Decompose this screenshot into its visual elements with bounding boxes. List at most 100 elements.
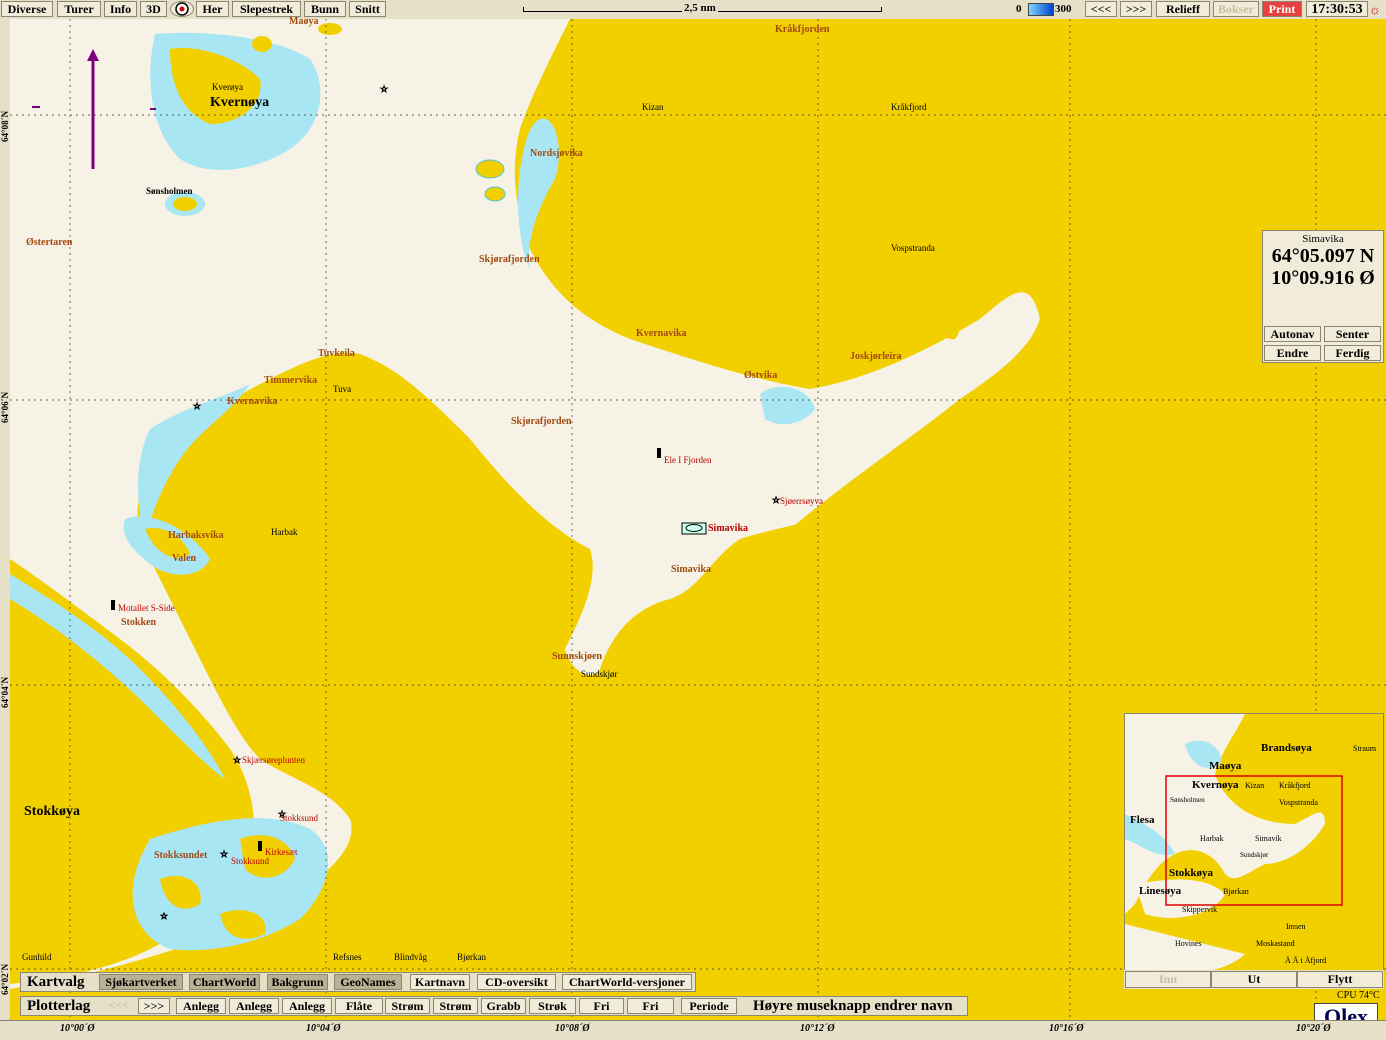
menu-her[interactable]: Her bbox=[196, 1, 229, 17]
depth-max: 300 bbox=[1055, 3, 1072, 15]
bokser-button[interactable]: Bokser bbox=[1213, 1, 1259, 17]
scale-label: 2,5 nm bbox=[682, 2, 718, 14]
mm-brandsoya: Brandsøya bbox=[1261, 742, 1312, 754]
cpu-temp: CPU 74°C bbox=[1337, 990, 1380, 1001]
menu-info[interactable]: Info bbox=[104, 1, 137, 17]
place-kizan: Kizan bbox=[642, 102, 664, 112]
plotter-periode[interactable]: Periode bbox=[681, 998, 737, 1014]
place-timmervika: Timmervika bbox=[264, 375, 318, 386]
svg-text:☆: ☆ bbox=[160, 911, 168, 921]
autonav-button[interactable]: Autonav bbox=[1264, 326, 1321, 342]
mm-stokkoya: Stokkøya bbox=[1169, 867, 1214, 879]
plotter-anlegg-2[interactable]: Anlegg bbox=[229, 998, 279, 1014]
mm-sonsholmen: Sønsholmen bbox=[1170, 796, 1205, 804]
layer-geonames[interactable]: GeoNames bbox=[334, 974, 402, 990]
compass-icon[interactable] bbox=[170, 1, 194, 17]
plotter-strom-1[interactable]: Strøm bbox=[385, 998, 430, 1014]
layer-sjokartverket[interactable]: Sjøkartverket bbox=[99, 974, 183, 990]
place-blindvag: Blindvåg bbox=[394, 952, 427, 962]
place-stokken: Stokken bbox=[121, 617, 157, 628]
plotterlag-prev[interactable]: <<< bbox=[103, 998, 135, 1014]
menu-turer[interactable]: Turer bbox=[57, 1, 101, 17]
mm-krakfjord: Kråkfjord bbox=[1279, 781, 1311, 790]
mm-kvernoya: Kvernøya bbox=[1192, 779, 1239, 791]
next-button[interactable]: >>> bbox=[1120, 1, 1152, 17]
layer-kartnavn[interactable]: Kartnavn bbox=[410, 974, 470, 990]
place-stokksundet: Stokksundet bbox=[154, 850, 208, 861]
menu-slepestrek[interactable]: Slepestrek bbox=[232, 1, 301, 17]
place-simavika: Simavika bbox=[671, 564, 712, 575]
plotterlag-next[interactable]: >>> bbox=[138, 998, 170, 1014]
print-button[interactable]: Print bbox=[1262, 1, 1302, 17]
relieff-button[interactable]: Relieff bbox=[1156, 1, 1210, 17]
mm-bjorkan: Bjørkan bbox=[1223, 887, 1249, 896]
plotter-grabb[interactable]: Grabb bbox=[481, 998, 526, 1014]
mm-maoya: Maøya bbox=[1209, 760, 1242, 772]
lat-label: 64°08´N bbox=[0, 110, 10, 142]
mm-kizan: Kizan bbox=[1245, 781, 1265, 790]
ferdig-button[interactable]: Ferdig bbox=[1324, 345, 1381, 361]
lon-label: 10°08´Ø bbox=[555, 1023, 590, 1034]
plotter-flate[interactable]: Flåte bbox=[335, 998, 383, 1014]
clock: 17:30:53 bbox=[1306, 1, 1368, 17]
mm-skippervik: Skippervik bbox=[1182, 905, 1218, 914]
lat-label: 64°06´N bbox=[0, 391, 10, 423]
pos-label: Skjærsøreplunten bbox=[242, 755, 305, 765]
menu-bunn[interactable]: Bunn bbox=[304, 1, 346, 17]
layer-chartworld[interactable]: ChartWorld bbox=[189, 974, 260, 990]
svg-text:☆: ☆ bbox=[233, 755, 241, 765]
pos-label: Stokksund bbox=[231, 856, 270, 866]
place-sonsholmen: Sønsholmen bbox=[146, 186, 193, 196]
layer-chartworld-versjoner[interactable]: ChartWorld-versjoner bbox=[562, 974, 692, 990]
overview-minimap[interactable]: Brandsøya Maøya Kvernøya Kizan Kråkfjord… bbox=[1124, 713, 1384, 988]
depth-gradient[interactable] bbox=[1028, 3, 1054, 16]
lon-label: 10°00´Ø bbox=[60, 1023, 95, 1034]
svg-text:☆: ☆ bbox=[193, 401, 201, 411]
kartvalg-title: Kartvalg bbox=[27, 974, 85, 990]
menu-snitt[interactable]: Snitt bbox=[349, 1, 386, 17]
plotterlag-note: Høyre museknapp endrer navn bbox=[753, 998, 953, 1014]
place-ostvika: Østvika bbox=[744, 370, 778, 381]
plotter-fri-2[interactable]: Fri bbox=[627, 998, 674, 1014]
place-kvernavika-west: Kvernavika bbox=[227, 396, 278, 407]
place-kvernoya: Kvernøya bbox=[210, 95, 270, 110]
place-nordsjovika: Nordsjøvika bbox=[530, 148, 583, 159]
mm-straum: Straum bbox=[1353, 744, 1377, 753]
place-krakfjord: Kråkfjord bbox=[891, 102, 927, 112]
place-gunhild: Gunhild bbox=[22, 952, 52, 962]
mm-moskastand: Moskastand bbox=[1256, 939, 1295, 948]
svg-text:☆: ☆ bbox=[220, 849, 228, 859]
senter-button[interactable]: Senter bbox=[1324, 326, 1381, 342]
lon-label: 10°20´Ø bbox=[1296, 1023, 1331, 1034]
place-tuva: Tuva bbox=[333, 384, 352, 394]
zoom-out-button[interactable]: Ut bbox=[1211, 971, 1297, 988]
place-skjorafjorden: Skjørafjorden bbox=[479, 254, 540, 265]
zoom-in-button[interactable]: Inn bbox=[1125, 971, 1211, 988]
plotter-strom-2[interactable]: Strøm bbox=[433, 998, 478, 1014]
place-sundskjor: Sundskjør bbox=[581, 669, 618, 679]
mm-flesa: Flesa bbox=[1130, 814, 1155, 826]
mm-sundskjor: Sundskjør bbox=[1240, 851, 1269, 859]
menu-diverse[interactable]: Diverse bbox=[1, 1, 53, 17]
place-valen: Valen bbox=[172, 553, 197, 564]
plotter-anlegg-3[interactable]: Anlegg bbox=[282, 998, 332, 1014]
position-panel: Simavika 64°05.097 N 10°09.916 Ø bbox=[1262, 230, 1384, 363]
mm-imsen: Imsen bbox=[1286, 922, 1306, 931]
prev-button[interactable]: <<< bbox=[1085, 1, 1117, 17]
plotter-anlegg-1[interactable]: Anlegg bbox=[176, 998, 226, 1014]
endre-button[interactable]: Endre bbox=[1264, 345, 1321, 361]
layer-cd-oversikt[interactable]: CD-oversikt bbox=[477, 974, 556, 990]
svg-text:☆: ☆ bbox=[772, 495, 780, 505]
position-lon: 10°09.916 Ø bbox=[1271, 267, 1375, 289]
menu-3d[interactable]: 3D bbox=[140, 1, 167, 17]
place-skjorafjorden-south: Skjørafjorden bbox=[511, 416, 572, 427]
layer-bakgrunn[interactable]: Bakgrunn bbox=[267, 974, 328, 990]
move-button[interactable]: Flytt bbox=[1297, 971, 1383, 988]
place-kveroya: Kverøya bbox=[212, 82, 243, 92]
sun-icon[interactable]: ☼ bbox=[1369, 2, 1381, 18]
plotter-fri-1[interactable]: Fri bbox=[579, 998, 624, 1014]
plotterlag-bar: Plotterlag <<< >>> Anlegg Anlegg Anlegg … bbox=[20, 996, 968, 1016]
place-harbak: Harbak bbox=[271, 527, 298, 537]
plotter-strok[interactable]: Strøk bbox=[529, 998, 576, 1014]
pos-label: Sjøerrsøyva bbox=[780, 496, 823, 506]
